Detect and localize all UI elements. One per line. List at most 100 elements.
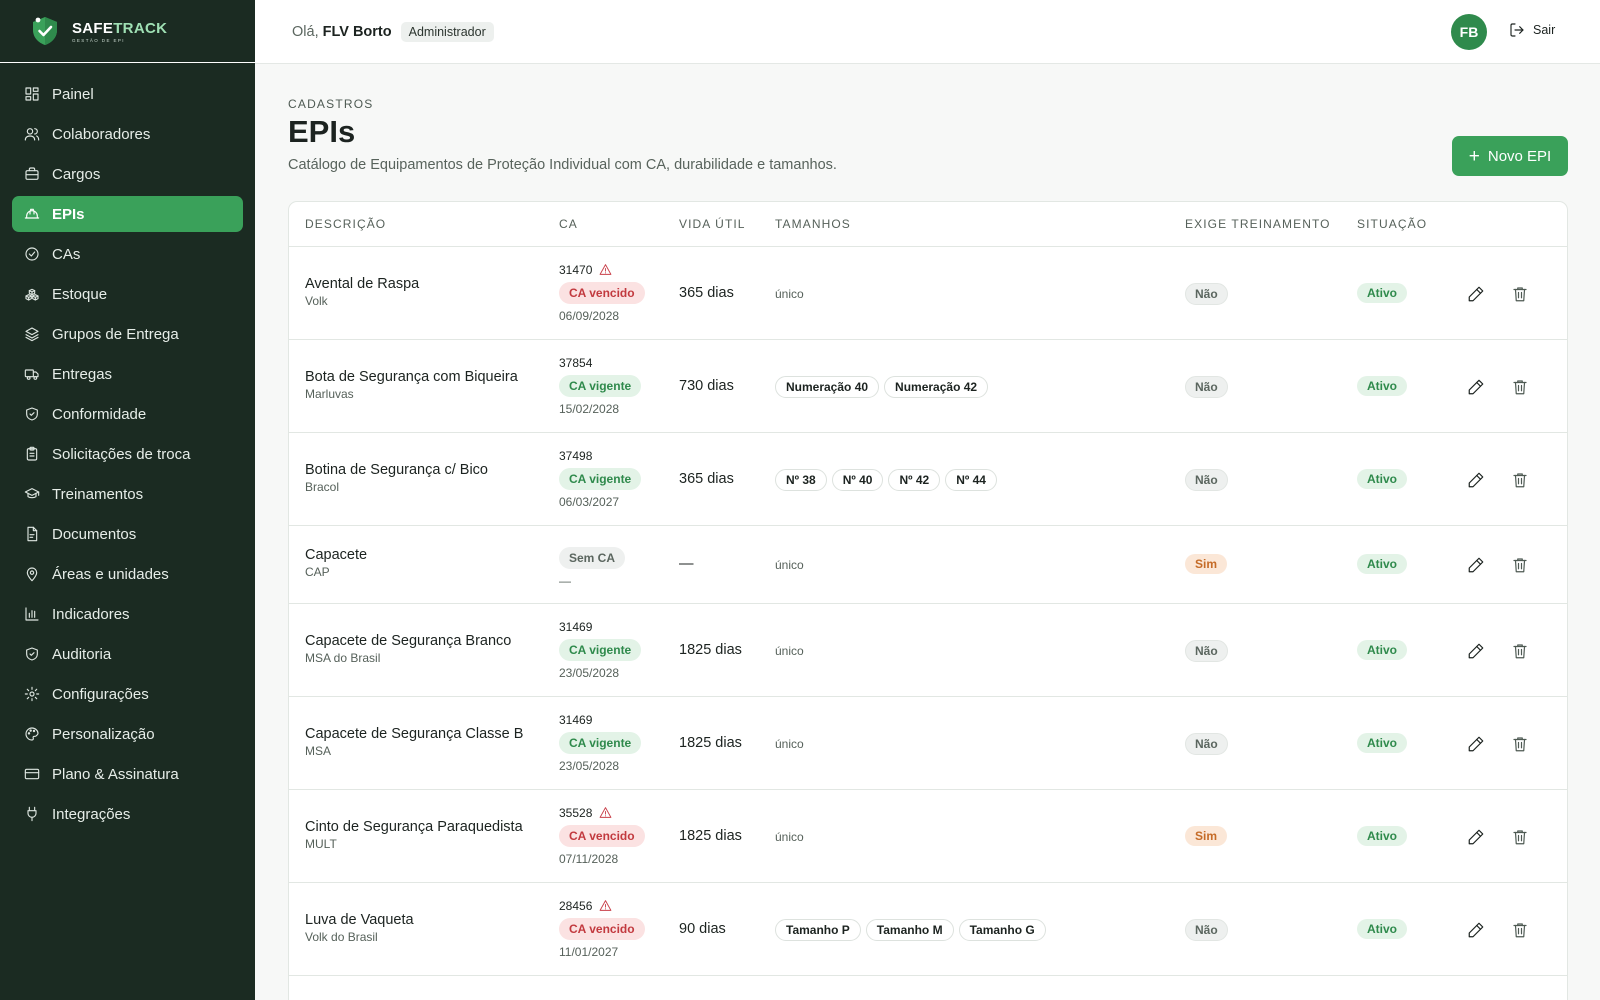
page-title: EPIs bbox=[288, 114, 356, 149]
hardhat-icon bbox=[24, 208, 40, 219]
size-chip: Numeração 40 bbox=[775, 375, 880, 398]
size-chip: Tamanho G bbox=[958, 918, 1046, 941]
table-row[interactable]: Bota de Segurança com Biqueira Marluvas 37… bbox=[289, 340, 1567, 433]
edit-button[interactable] bbox=[1467, 828, 1487, 848]
sidebar-item-label: Estoque bbox=[52, 285, 108, 303]
header-exige-treinamento[interactable]: EXIGE TREINAMENTO bbox=[1185, 217, 1331, 231]
table-row[interactable]: Botina de Segurança c/ Bico Bracol 37498 CA… bbox=[289, 433, 1567, 526]
table-row[interactable]: Capacete CAP Sem CA — — único Sim Ativo bbox=[289, 526, 1567, 604]
edit-button[interactable] bbox=[1467, 735, 1487, 755]
sidebar-item-areas-e-unidades[interactable]: Áreas e unidades bbox=[12, 556, 243, 592]
sidebar-item-label: Cargos bbox=[52, 165, 101, 183]
edit-button[interactable] bbox=[1467, 921, 1487, 941]
cell-situacao: Ativo bbox=[1357, 825, 1407, 846]
sidebar-item-cas[interactable]: CAs bbox=[12, 236, 243, 272]
sidebar-item-indicadores[interactable]: Indicadores bbox=[12, 596, 243, 632]
table-row[interactable]: Capacete de Segurança Branco MSA do Brasi… bbox=[289, 604, 1567, 697]
trash-icon bbox=[1511, 472, 1529, 493]
header-ca[interactable]: CA bbox=[559, 217, 578, 231]
cell-descricao: Capacete CAP bbox=[305, 547, 367, 579]
training-badge: Sim bbox=[1185, 825, 1228, 846]
cell-situacao: Ativo bbox=[1357, 554, 1407, 574]
sidebar-item-grupos-de-entrega[interactable]: Grupos de Entrega bbox=[12, 316, 243, 352]
delete-button[interactable] bbox=[1511, 921, 1531, 941]
epi-brand: Bracol bbox=[305, 479, 340, 494]
ca-date: 11/01/2027 bbox=[559, 944, 619, 959]
avatar[interactable]: FB bbox=[1451, 14, 1487, 50]
table-row[interactable]: Capacete de Segurança Classe B MSA 31469 CA… bbox=[289, 697, 1567, 790]
pencil-icon bbox=[1467, 379, 1485, 400]
epi-name: Luva de Vaqueta bbox=[305, 911, 414, 928]
edit-button[interactable] bbox=[1467, 556, 1487, 576]
sidebar-item-auditoria[interactable]: Auditoria bbox=[12, 636, 243, 672]
delete-button[interactable] bbox=[1511, 642, 1531, 662]
sidebar-item-configuracoes[interactable]: Configurações bbox=[12, 676, 243, 712]
sidebar-item-label: Conformidade bbox=[52, 405, 147, 423]
graduation-cap-icon bbox=[24, 488, 40, 499]
cell-vida-util: 1825 dias bbox=[679, 641, 742, 658]
sidebar-item-documentos[interactable]: Documentos bbox=[12, 516, 243, 552]
header-descricao[interactable]: DESCRIÇÃO bbox=[305, 217, 386, 231]
sidebar-item-conformidade[interactable]: Conformidade bbox=[12, 396, 243, 432]
sidebar-item-solicitacoes-de-troca[interactable]: Solicitações de troca bbox=[12, 436, 243, 472]
cell-tamanhos: único bbox=[775, 829, 804, 844]
trash-icon bbox=[1511, 379, 1529, 400]
edit-button[interactable] bbox=[1467, 285, 1487, 305]
table-row[interactable]: Luva de Vaqueta Volk do Brasil 28456 CA ven… bbox=[289, 883, 1567, 976]
table-row[interactable]: Avental de Raspa Volk 31470 CA vencido 06/09… bbox=[289, 247, 1567, 340]
header-situacao[interactable]: SITUAÇÃO bbox=[1357, 217, 1427, 231]
epi-name: Capacete de Segurança Classe B bbox=[305, 725, 524, 742]
header-tamanhos[interactable]: TAMANHOS bbox=[775, 217, 851, 231]
sidebar-item-colaboradores[interactable]: Colaboradores bbox=[12, 116, 243, 152]
sidebar-item-plano-assinatura[interactable]: Plano & Assinatura bbox=[12, 756, 243, 792]
delete-button[interactable] bbox=[1511, 556, 1531, 576]
section-label: CADASTROS bbox=[288, 97, 374, 111]
table-row[interactable]: Cinto de Segurança Paraquedista MULT 35528… bbox=[289, 790, 1567, 883]
cell-situacao: Ativo bbox=[1357, 375, 1407, 396]
sidebar-item-label: Painel bbox=[52, 85, 94, 103]
logout-button[interactable]: Sair bbox=[1509, 22, 1555, 38]
sidebar-item-label: Áreas e unidades bbox=[52, 565, 169, 583]
cell-ca: 31470 CA vencido 06/09/2028 bbox=[559, 262, 645, 323]
logout-icon bbox=[1510, 23, 1524, 37]
gear-icon bbox=[24, 686, 40, 702]
sidebar-item-treinamentos[interactable]: Treinamentos bbox=[12, 476, 243, 512]
sidebar-item-epis[interactable]: EPIs bbox=[12, 196, 243, 232]
status-badge: Ativo bbox=[1357, 639, 1407, 660]
pencil-icon bbox=[1467, 557, 1485, 578]
status-badge: Ativo bbox=[1357, 554, 1407, 574]
sidebar-item-painel[interactable]: Painel bbox=[12, 76, 243, 112]
edit-button[interactable] bbox=[1467, 378, 1487, 398]
training-badge: Não bbox=[1185, 639, 1228, 662]
brand[interactable]: SAFETRACK GESTÃO DE EPI bbox=[0, 0, 255, 63]
sidebar-item-label: Treinamentos bbox=[52, 485, 144, 503]
edit-button[interactable] bbox=[1467, 642, 1487, 662]
sidebar-item-cargos[interactable]: Cargos bbox=[12, 156, 243, 192]
header-vida-util[interactable]: VIDA ÚTIL bbox=[679, 217, 746, 231]
ca-date: 23/05/2028 bbox=[559, 758, 620, 773]
epi-name: Bota de Segurança com Biqueira bbox=[305, 368, 518, 385]
sidebar-item-estoque[interactable]: Estoque bbox=[12, 276, 243, 312]
size-chip: Nº 40 bbox=[831, 468, 884, 491]
shield-logo-icon bbox=[33, 17, 57, 45]
sidebar-item-label: Auditoria bbox=[52, 645, 112, 663]
sidebar-item-personalizacao[interactable]: Personalização bbox=[12, 716, 243, 752]
cell-exige-treinamento: Não bbox=[1185, 468, 1228, 491]
delete-button[interactable] bbox=[1511, 735, 1531, 755]
sidebar-nav: Painel Colaboradores Cargos EPIs CAs Estoque G… bbox=[0, 63, 255, 849]
pencil-icon bbox=[1467, 829, 1485, 850]
delete-button[interactable] bbox=[1511, 828, 1531, 848]
logout-label: Sair bbox=[1533, 23, 1556, 37]
edit-button[interactable] bbox=[1467, 471, 1487, 491]
delete-button[interactable] bbox=[1511, 285, 1531, 305]
new-epi-button[interactable]: + Novo EPI bbox=[1452, 136, 1568, 176]
sidebar-item-entregas[interactable]: Entregas bbox=[12, 356, 243, 392]
sidebar-item-integracoes[interactable]: Integrações bbox=[12, 796, 243, 832]
pencil-icon bbox=[1467, 922, 1485, 943]
epi-brand: MSA bbox=[305, 743, 332, 758]
delete-button[interactable] bbox=[1511, 471, 1531, 491]
cell-exige-treinamento: Não bbox=[1185, 639, 1228, 662]
brand-name: SAFETRACK bbox=[72, 19, 168, 37]
layers-icon bbox=[25, 327, 39, 342]
delete-button[interactable] bbox=[1511, 378, 1531, 398]
